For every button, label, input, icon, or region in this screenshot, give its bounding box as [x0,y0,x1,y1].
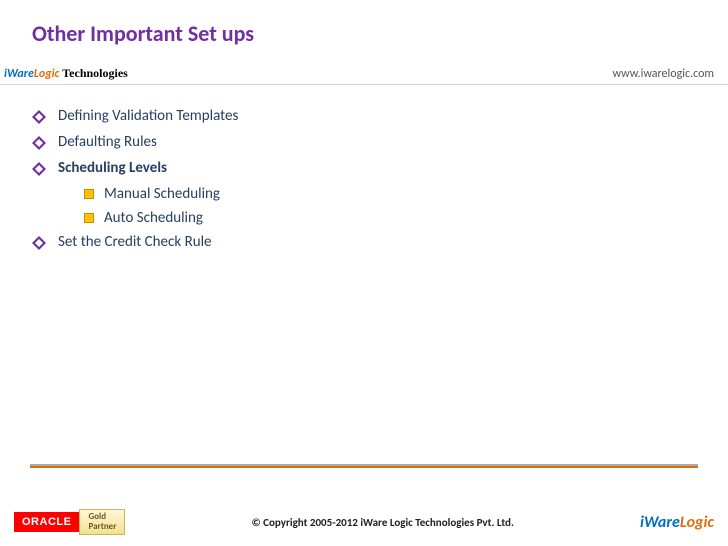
list-item-text: Scheduling Levels [58,159,167,177]
list-item-text: Defining Validation Templates [58,107,238,125]
brand-logic: Logic [680,513,714,532]
content-area: Defining Validation Templates Defaulting… [0,85,728,251]
list-subitem-text: Auto Scheduling [104,209,203,227]
slide-title: Other Important Set ups [0,0,728,47]
diamond-bullet-icon [32,236,46,250]
brand-logo-header: iWareLogic Technologies [4,66,128,81]
list-subitem: Auto Scheduling [84,209,728,227]
list-item-text: Set the Credit Check Rule [58,233,212,251]
list-subitem: Manual Scheduling [84,185,728,203]
list-item: Defining Validation Templates [32,107,728,125]
square-bullet-icon [84,189,94,199]
diamond-bullet-icon [32,136,46,150]
list-item: Set the Credit Check Rule [32,233,728,251]
footer-bar: ORACLE Gold Partner © Copyright 2005-201… [0,506,728,546]
diamond-bullet-icon [32,110,46,124]
brand-logic: Logic [34,67,60,81]
oracle-logo: ORACLE [14,512,79,532]
diamond-bullet-icon [32,162,46,176]
header-bar: iWareLogic Technologies www.iwarelogic.c… [0,63,728,85]
list-item-text: Defaulting Rules [58,133,157,151]
brand-iware: iWare [640,513,680,532]
gold-partner-badge: Gold Partner [79,509,125,535]
list-item: Scheduling Levels [32,159,728,177]
brand-iware: iWare [4,67,34,81]
footer-partner-badge: ORACLE Gold Partner [14,509,125,535]
brand-logo-footer: iWareLogic [640,513,714,532]
header-url: www.iwarelogic.com [612,67,714,81]
list-item: Defaulting Rules [32,133,728,151]
gold-line2: Partner [88,522,116,532]
brand-tech: Technologies [59,66,127,80]
square-bullet-icon [84,213,94,223]
footer-divider [30,464,698,468]
list-subitem-text: Manual Scheduling [104,185,220,203]
copyright-text: © Copyright 2005-2012 iWare Logic Techno… [125,516,640,529]
